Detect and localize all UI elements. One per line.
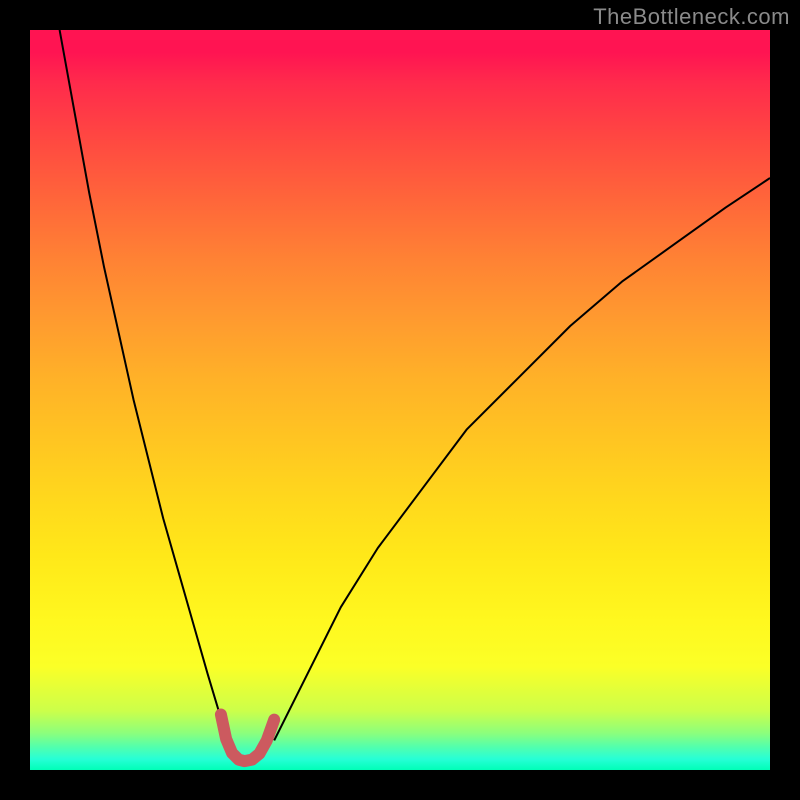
curve-left-branch: [60, 30, 227, 740]
plot-area: [30, 30, 770, 770]
trough-marker: [221, 715, 274, 762]
curve-layer: [30, 30, 770, 770]
watermark-text: TheBottleneck.com: [593, 4, 790, 30]
curve-right-branch: [274, 178, 770, 740]
chart-frame: TheBottleneck.com: [0, 0, 800, 800]
